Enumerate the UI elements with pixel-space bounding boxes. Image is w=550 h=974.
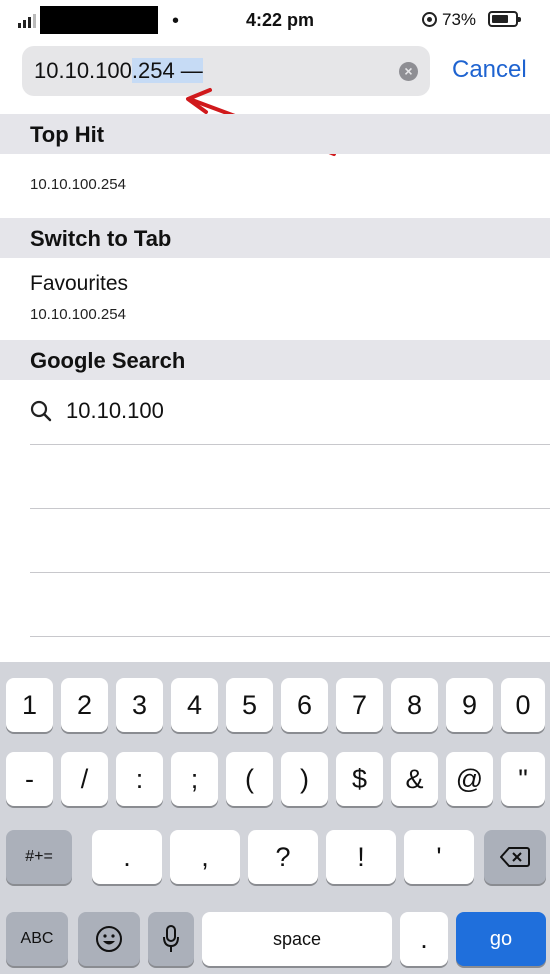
- tab-item-title[interactable]: Favourites: [30, 272, 128, 296]
- key-4[interactable]: 4: [171, 678, 218, 732]
- section-header-switch-to-tab: Switch to Tab: [0, 218, 550, 258]
- space-key[interactable]: space: [202, 912, 392, 966]
- cancel-button[interactable]: Cancel: [452, 56, 527, 84]
- battery-percent: 73%: [442, 10, 477, 29]
- key-6[interactable]: 6: [281, 678, 328, 732]
- key-7[interactable]: 7: [336, 678, 383, 732]
- key-semicolon[interactable]: ;: [171, 752, 218, 806]
- key-slash[interactable]: /: [61, 752, 108, 806]
- key-at[interactable]: @: [446, 752, 493, 806]
- key-2[interactable]: 2: [61, 678, 108, 732]
- key-8[interactable]: 8: [391, 678, 438, 732]
- emoji-key[interactable]: [78, 912, 140, 966]
- divider: [30, 508, 550, 509]
- carrier-dot: •: [172, 10, 180, 32]
- status-bar: • 4:22 pm 73%: [0, 0, 550, 44]
- tab-item-url[interactable]: 10.10.100.254: [30, 306, 126, 323]
- signal-icon: [18, 14, 36, 28]
- clear-icon[interactable]: ×: [399, 62, 418, 81]
- key-1[interactable]: 1: [6, 678, 53, 732]
- key-colon[interactable]: :: [116, 752, 163, 806]
- address-text[interactable]: 10.10.100.254 —: [34, 58, 203, 84]
- key-quote[interactable]: ": [501, 752, 545, 806]
- battery-icon: [488, 11, 521, 27]
- rotation-lock-icon: [422, 12, 437, 27]
- key-0[interactable]: 0: [501, 678, 545, 732]
- key-apostrophe[interactable]: ': [404, 830, 474, 884]
- key-3[interactable]: 3: [116, 678, 163, 732]
- key-hyphen[interactable]: -: [6, 752, 53, 806]
- key-dollar[interactable]: $: [336, 752, 383, 806]
- keyboard: 1 2 3 4 5 6 7 8 9 0 - / : ; ( ) $ & @ " …: [0, 662, 550, 974]
- more-symbols-key[interactable]: #+=: [6, 830, 72, 884]
- key-5[interactable]: 5: [226, 678, 273, 732]
- key-period[interactable]: .: [400, 912, 448, 966]
- key-open-paren[interactable]: (: [226, 752, 273, 806]
- google-search-suggestion[interactable]: 10.10.100: [30, 398, 164, 424]
- key-comma[interactable]: ,: [170, 830, 240, 884]
- divider: [30, 636, 550, 637]
- key-period-small[interactable]: .: [92, 830, 162, 884]
- key-question[interactable]: ?: [248, 830, 318, 884]
- dictation-key[interactable]: [148, 912, 194, 966]
- search-suggestion-text: 10.10.100: [66, 398, 164, 423]
- key-9[interactable]: 9: [446, 678, 493, 732]
- emoji-icon: [96, 926, 122, 952]
- url-prefix: 10.10.100: [34, 58, 132, 83]
- section-header-top-hit: Top Hit: [0, 114, 550, 154]
- go-button[interactable]: go: [456, 912, 546, 966]
- key-exclamation[interactable]: !: [326, 830, 396, 884]
- search-icon: [30, 400, 52, 422]
- key-close-paren[interactable]: ): [281, 752, 328, 806]
- abc-key[interactable]: ABC: [6, 912, 68, 966]
- status-time: 4:22 pm: [246, 10, 315, 30]
- backspace-icon: [500, 847, 530, 867]
- top-hit-item[interactable]: 10.10.100.254: [30, 176, 126, 193]
- url-selection: .254 —: [131, 58, 203, 83]
- redacted-carrier: [40, 6, 158, 34]
- backspace-key[interactable]: [484, 830, 546, 884]
- section-header-google-search: Google Search: [0, 340, 550, 380]
- key-ampersand[interactable]: &: [391, 752, 438, 806]
- microphone-icon: [163, 925, 179, 952]
- divider: [30, 444, 550, 445]
- divider: [30, 572, 550, 573]
